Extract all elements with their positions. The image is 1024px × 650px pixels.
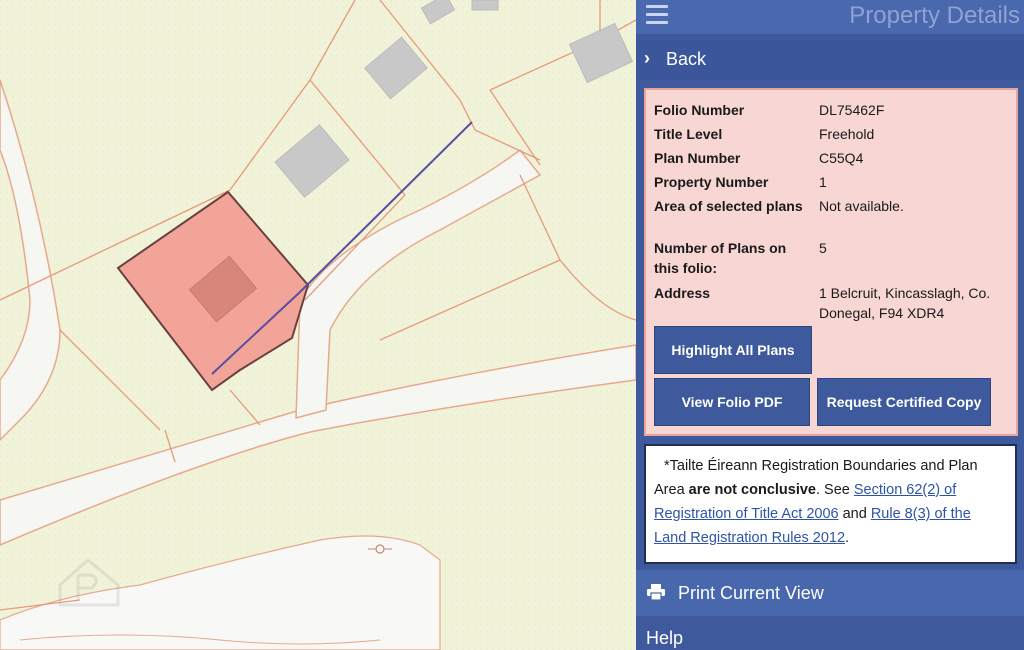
back-button[interactable]: › Back [636, 40, 1024, 80]
back-label: Back [666, 49, 707, 69]
detail-label: Address [654, 285, 711, 301]
chevron-right-icon: › [644, 48, 650, 68]
detail-value: C55Q4 [819, 150, 864, 166]
detail-label: Folio Number [654, 102, 745, 118]
detail-value: 1 [819, 174, 827, 190]
detail-value: DL75462F [819, 102, 885, 118]
help-label: Help [646, 628, 684, 648]
notice-text: . See [816, 482, 854, 498]
property-details-panel: Property Details › Back Folio Number DL7… [636, 0, 1024, 650]
view-folio-pdf-button[interactable]: View Folio PDF [654, 378, 810, 426]
detail-value: 5 [819, 240, 827, 256]
map-canvas[interactable] [0, 0, 636, 650]
folio-details-box: Folio Number DL75462F Title Level Freeho… [644, 88, 1018, 436]
request-certified-copy-button[interactable]: Request Certified Copy [817, 378, 991, 426]
help-button[interactable]: Help [636, 622, 1024, 650]
printer-icon [647, 584, 665, 601]
detail-label: Area of selected plans [654, 198, 803, 214]
detail-label: Number of Plans on this folio: [654, 240, 787, 276]
notice-bold-text: are not conclusive [688, 482, 816, 498]
print-current-view-button[interactable]: Print Current View [636, 570, 1024, 616]
detail-label: Title Level [654, 126, 723, 142]
panel-header: Property Details [636, 0, 1024, 34]
disclaimer-notice: *Tailte Éireann Registration Boundaries … [644, 444, 1017, 564]
hamburger-menu-icon[interactable] [646, 5, 668, 25]
panel-title: Property Details [849, 2, 1020, 29]
detail-label: Plan Number [654, 150, 741, 166]
highlight-all-plans-button[interactable]: Highlight All Plans [654, 326, 812, 374]
notice-text: . [845, 530, 850, 546]
detail-value: Not available. [819, 198, 904, 214]
notice-text: and [838, 506, 871, 522]
detail-value: Freehold [819, 126, 875, 142]
print-label: Print Current View [678, 583, 824, 603]
detail-label: Property Number [654, 174, 769, 190]
map-view[interactable] [0, 0, 636, 650]
detail-value: 1 Belcruit, Kincasslagh, Co. Donegal, F9… [819, 285, 991, 321]
